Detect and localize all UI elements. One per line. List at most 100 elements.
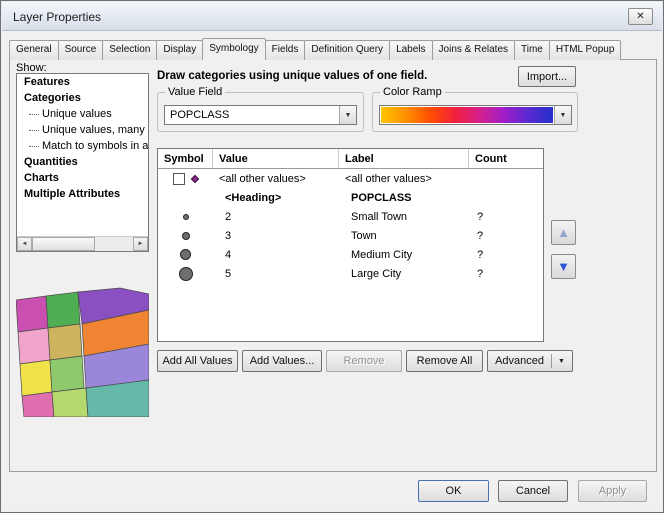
remove-button[interactable]: Remove: [326, 350, 402, 372]
tab-display[interactable]: Display: [156, 40, 203, 60]
value-cell: <Heading>: [213, 192, 339, 204]
tab-general[interactable]: General: [9, 40, 59, 60]
symbol-cell[interactable]: [158, 214, 213, 220]
chevron-down-icon: ▼: [558, 358, 565, 365]
tab-html-popup[interactable]: HTML Popup: [549, 40, 622, 60]
scrollbar-thumb[interactable]: [32, 237, 95, 251]
tab-selection[interactable]: Selection: [102, 40, 157, 60]
chevron-down-icon[interactable]: ▼: [554, 106, 571, 124]
show-item-charts[interactable]: Charts: [17, 170, 148, 186]
row-value-3[interactable]: 3 Town ?: [158, 226, 543, 245]
window-title: Layer Properties: [13, 10, 101, 24]
row-value-5[interactable]: 5 Large City ?: [158, 264, 543, 283]
tab-symbology[interactable]: Symbology: [202, 38, 265, 60]
chevron-down-icon[interactable]: ▼: [339, 106, 356, 124]
all-other-symbol[interactable]: [191, 174, 199, 182]
label-cell: Medium City: [339, 249, 469, 261]
move-up-button[interactable]: ▲: [551, 220, 576, 245]
value-cell: 2: [213, 211, 339, 223]
map-image: [16, 284, 149, 417]
scroll-right-button[interactable]: ►: [133, 237, 148, 251]
point-symbol[interactable]: [182, 232, 190, 240]
value-field-dropdown[interactable]: POPCLASS ▼: [164, 105, 357, 125]
tab-labels[interactable]: Labels: [389, 40, 432, 60]
label-cell: Town: [339, 230, 469, 242]
value-cell: <all other values>: [213, 173, 339, 185]
count-cell: ?: [469, 211, 543, 223]
advanced-label: Advanced: [495, 355, 544, 367]
cancel-button[interactable]: Cancel: [498, 480, 568, 502]
tree-horizontal-scrollbar[interactable]: ◄ ►: [17, 236, 148, 251]
show-item-categories[interactable]: Categories: [17, 90, 148, 106]
column-header-label[interactable]: Label: [339, 149, 469, 168]
values-table: Symbol Value Label Count <all other valu…: [157, 148, 544, 342]
show-item-multiple-attributes[interactable]: Multiple Attributes: [17, 186, 148, 202]
add-values-button[interactable]: Add Values...: [242, 350, 322, 372]
color-ramp-label: Color Ramp: [380, 86, 445, 98]
show-item-quantities[interactable]: Quantities: [17, 154, 148, 170]
symbol-cell[interactable]: [158, 249, 213, 260]
label-cell: <all other values>: [339, 173, 469, 185]
tab-strip: General Source Selection Display Symbolo…: [9, 38, 620, 60]
show-item-label: Match to symbols in a: [42, 140, 148, 152]
show-item-label: Unique values, many: [42, 124, 145, 136]
point-symbol[interactable]: [183, 214, 189, 220]
count-cell: ?: [469, 268, 543, 280]
apply-button[interactable]: Apply: [578, 480, 647, 502]
symbology-tab-panel: Show: Features Categories Unique values …: [9, 59, 657, 472]
show-item-unique-values-many[interactable]: Unique values, many: [17, 122, 148, 138]
tree-branch-icon: [29, 146, 39, 147]
point-symbol[interactable]: [179, 267, 193, 281]
close-icon: ✕: [636, 11, 644, 22]
tab-source[interactable]: Source: [58, 40, 104, 60]
column-header-count[interactable]: Count: [469, 149, 543, 168]
title-bar[interactable]: Layer Properties ✕: [2, 2, 662, 31]
tab-joins-relates[interactable]: Joins & Relates: [432, 40, 515, 60]
column-header-value[interactable]: Value: [213, 149, 339, 168]
show-item-match-to-symbols[interactable]: Match to symbols in a: [17, 138, 148, 154]
row-heading[interactable]: <Heading> POPCLASS: [158, 188, 543, 207]
move-down-button[interactable]: ▼: [551, 254, 576, 279]
color-ramp-dropdown[interactable]: ▼: [379, 105, 572, 125]
tab-definition-query[interactable]: Definition Query: [304, 40, 390, 60]
down-arrow-icon: ▼: [557, 259, 570, 274]
symbol-cell[interactable]: [158, 173, 213, 185]
label-cell: Large City: [339, 268, 469, 280]
symbol-cell[interactable]: [158, 232, 213, 240]
column-header-symbol[interactable]: Symbol: [158, 149, 213, 168]
show-item-unique-values[interactable]: Unique values: [17, 106, 148, 122]
all-other-values-checkbox[interactable]: [173, 173, 185, 185]
table-header: Symbol Value Label Count: [158, 149, 543, 169]
value-field-value: POPCLASS: [165, 106, 339, 124]
add-all-values-button[interactable]: Add All Values: [157, 350, 238, 372]
color-ramp-group: Color Ramp ▼: [372, 92, 578, 132]
close-button[interactable]: ✕: [628, 8, 653, 25]
symbol-cell[interactable]: [158, 267, 213, 281]
count-cell: ?: [469, 249, 543, 261]
row-value-2[interactable]: 2 Small Town ?: [158, 207, 543, 226]
scroll-left-button[interactable]: ◄: [17, 237, 32, 251]
row-all-other-values[interactable]: <all other values> <all other values>: [158, 169, 543, 188]
panel-heading: Draw categories using unique values of o…: [157, 70, 427, 82]
scrollbar-track[interactable]: [32, 237, 133, 251]
tab-fields[interactable]: Fields: [265, 40, 306, 60]
row-value-4[interactable]: 4 Medium City ?: [158, 245, 543, 264]
tab-time[interactable]: Time: [514, 40, 550, 60]
up-arrow-icon: ▲: [557, 225, 570, 240]
value-cell: 5: [213, 268, 339, 280]
advanced-button[interactable]: Advanced ▼: [487, 350, 573, 372]
point-symbol[interactable]: [180, 249, 191, 260]
label-cell: POPCLASS: [339, 192, 469, 204]
tree-branch-icon: [29, 130, 39, 131]
ok-button[interactable]: OK: [418, 480, 489, 502]
count-cell: ?: [469, 230, 543, 242]
value-cell: 3: [213, 230, 339, 242]
value-field-label: Value Field: [165, 86, 225, 98]
label-cell: Small Town: [339, 211, 469, 223]
remove-all-button[interactable]: Remove All: [406, 350, 483, 372]
value-cell: 4: [213, 249, 339, 261]
import-button[interactable]: Import...: [518, 66, 576, 87]
symbol-preview-map: [16, 284, 149, 417]
show-item-features[interactable]: Features: [17, 74, 148, 90]
value-field-group: Value Field POPCLASS ▼: [157, 92, 364, 132]
